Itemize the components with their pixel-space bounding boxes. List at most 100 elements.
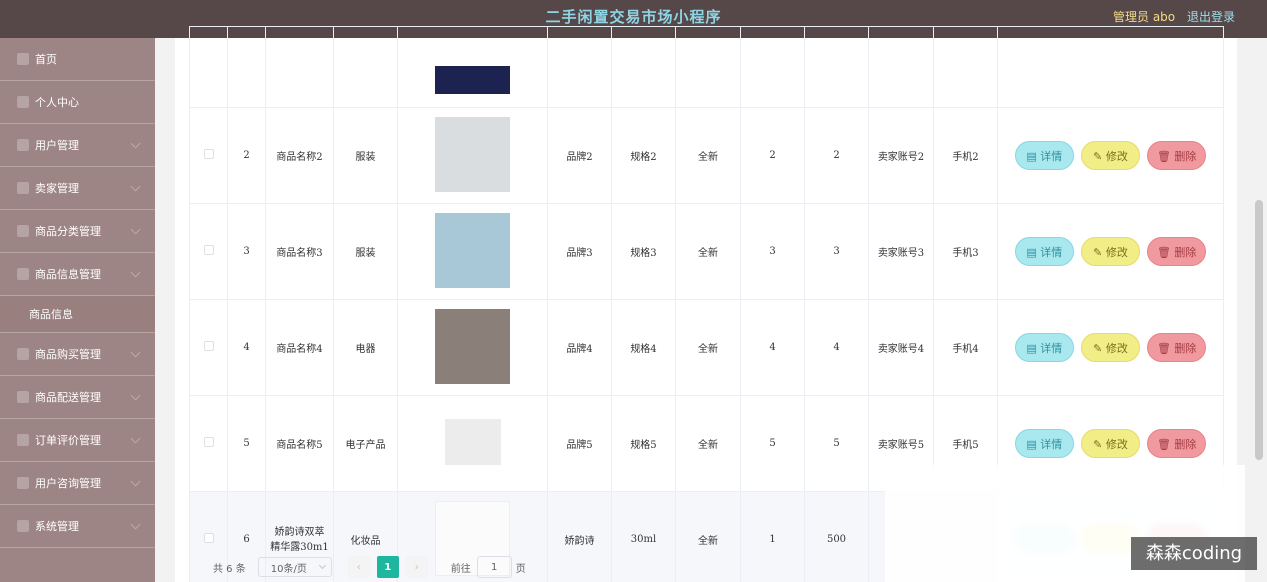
sidebar-item-label: 个人中心 <box>35 96 79 109</box>
product-image <box>435 116 510 192</box>
sidebar-item-system[interactable]: 系统管理 <box>0 505 155 548</box>
cell-spec: 规格2 <box>611 107 676 204</box>
sidebar-item-label: 订单评价管理 <box>35 434 101 447</box>
chevron-down-icon <box>318 561 326 570</box>
cell-value-a: 2 <box>740 107 805 204</box>
cell-category: 服装 <box>333 203 398 300</box>
watermark: 森森coding <box>1131 537 1257 570</box>
cell-condition: 全新 <box>675 203 741 300</box>
row-checkbox[interactable] <box>203 245 214 255</box>
page-size-select[interactable]: 10条/页 <box>257 557 332 577</box>
cell-phone: 手机3 <box>933 203 998 300</box>
detail-button[interactable]: ▤ 详情 <box>1014 237 1074 266</box>
sidebar: 首页 个人中心 用户管理 卖家管理 商品分类管理 商品信息管理 商品信息 商品购… <box>0 38 155 582</box>
cell-spec: 规格4 <box>611 299 676 396</box>
product-image <box>435 212 510 288</box>
cell-condition: 全新 <box>675 299 741 396</box>
cell-value-a: 5 <box>740 395 805 492</box>
cell-brand: 品牌3 <box>547 203 612 300</box>
row-checkbox[interactable] <box>203 533 214 543</box>
product-image <box>435 308 510 384</box>
sidebar-item-label: 商品分类管理 <box>35 225 101 238</box>
chevron-down-icon <box>130 138 141 149</box>
chevron-down-icon <box>130 224 141 235</box>
sidebar-item-label: 用户管理 <box>35 139 79 152</box>
cell-id: 5 <box>227 395 266 492</box>
cell-category: 服装 <box>333 107 398 204</box>
sidebar-item-label: 系统管理 <box>35 520 79 533</box>
cell-value-a: 4 <box>740 299 805 396</box>
sidebar-item-sellers[interactable]: 卖家管理 <box>0 167 155 210</box>
edit-button[interactable]: ✎ 修改 <box>1081 237 1140 266</box>
page-number-current[interactable]: 1 <box>376 556 399 578</box>
delete-button[interactable]: 🗑 删除 <box>1147 429 1207 458</box>
sidebar-item-users[interactable]: 用户管理 <box>0 124 155 167</box>
review-icon <box>17 434 29 446</box>
scrollbar[interactable] <box>1255 200 1263 460</box>
users-icon <box>17 139 29 151</box>
sidebar-item-reviews[interactable]: 订单评价管理 <box>0 419 155 462</box>
chevron-down-icon <box>130 390 141 401</box>
sidebar-item-home[interactable]: 首页 <box>0 38 155 81</box>
table-row: 3 商品名称3 服装 品牌3 规格3 全新 3 3 卖家账号3 手机3 ▤ 详情… <box>189 203 1224 300</box>
cell-category: 电子产品 <box>333 395 398 492</box>
sidebar-item-label: 商品信息管理 <box>35 268 101 281</box>
detail-button[interactable]: ▤ 详情 <box>1014 429 1074 458</box>
detail-button[interactable]: ▤ 详情 <box>1014 333 1074 362</box>
next-page-button[interactable]: › <box>405 556 428 578</box>
row-checkbox[interactable] <box>203 149 214 159</box>
delete-button[interactable]: 🗑 删除 <box>1147 333 1207 362</box>
sidebar-item-categories[interactable]: 商品分类管理 <box>0 210 155 253</box>
sidebar-item-label: 商品配送管理 <box>35 391 101 404</box>
sidebar-item-label: 商品购买管理 <box>35 348 101 361</box>
cell-name: 商品名称2 <box>265 107 334 204</box>
row-checkbox[interactable] <box>203 437 214 447</box>
table-row <box>189 26 1224 108</box>
chat-icon <box>17 477 29 489</box>
chevron-down-icon <box>130 476 141 487</box>
chevron-down-icon <box>130 519 141 530</box>
sidebar-item-products[interactable]: 商品信息管理 <box>0 253 155 296</box>
product-image <box>444 419 501 465</box>
sidebar-item-label: 卖家管理 <box>35 182 79 195</box>
table-row: 4 商品名称4 电器 品牌4 规格4 全新 4 4 卖家账号4 手机4 ▤ 详情… <box>189 299 1224 396</box>
goto-page-input[interactable]: 1 <box>476 556 512 578</box>
pagination-total: 共 6 条 <box>213 563 246 575</box>
cell-condition: 全新 <box>675 395 741 492</box>
cell-spec: 规格5 <box>611 395 676 492</box>
delete-button[interactable]: 🗑 删除 <box>1147 141 1207 170</box>
prev-page-button[interactable]: ‹ <box>347 556 370 578</box>
settings-icon <box>17 520 29 532</box>
cell-spec: 规格3 <box>611 203 676 300</box>
chevron-down-icon <box>130 433 141 444</box>
sidebar-item-label: 用户咨询管理 <box>35 477 101 490</box>
chevron-down-icon <box>130 181 141 192</box>
seller-icon <box>17 182 29 194</box>
goto-label: 前往 <box>450 563 471 575</box>
cell-category: 电器 <box>333 299 398 396</box>
cell-id: 2 <box>227 107 266 204</box>
category-icon <box>17 225 29 237</box>
sidebar-item-delivery[interactable]: 商品配送管理 <box>0 376 155 419</box>
cell-name: 商品名称3 <box>265 203 334 300</box>
product-icon <box>17 268 29 280</box>
cell-value-b: 4 <box>804 299 869 396</box>
sidebar-item-purchases[interactable]: 商品购买管理 <box>0 333 155 376</box>
edit-button[interactable]: ✎ 修改 <box>1081 429 1140 458</box>
chevron-down-icon <box>130 347 141 358</box>
edit-button[interactable]: ✎ 修改 <box>1081 333 1140 362</box>
delete-button[interactable]: 🗑 删除 <box>1147 237 1207 266</box>
sidebar-item-consult[interactable]: 用户咨询管理 <box>0 462 155 505</box>
edit-button[interactable]: ✎ 修改 <box>1081 141 1140 170</box>
cell-value-a: 3 <box>740 203 805 300</box>
sidebar-subitem-product-info[interactable]: 商品信息 <box>0 296 155 333</box>
cell-value-b: 2 <box>804 107 869 204</box>
product-image <box>435 66 510 94</box>
cell-condition: 全新 <box>675 107 741 204</box>
cell-seller: 卖家账号4 <box>868 299 934 396</box>
chevron-up-icon <box>130 267 141 278</box>
sidebar-item-profile[interactable]: 个人中心 <box>0 81 155 124</box>
row-checkbox[interactable] <box>203 341 214 351</box>
cell-name: 商品名称5 <box>265 395 334 492</box>
detail-button[interactable]: ▤ 详情 <box>1014 141 1074 170</box>
